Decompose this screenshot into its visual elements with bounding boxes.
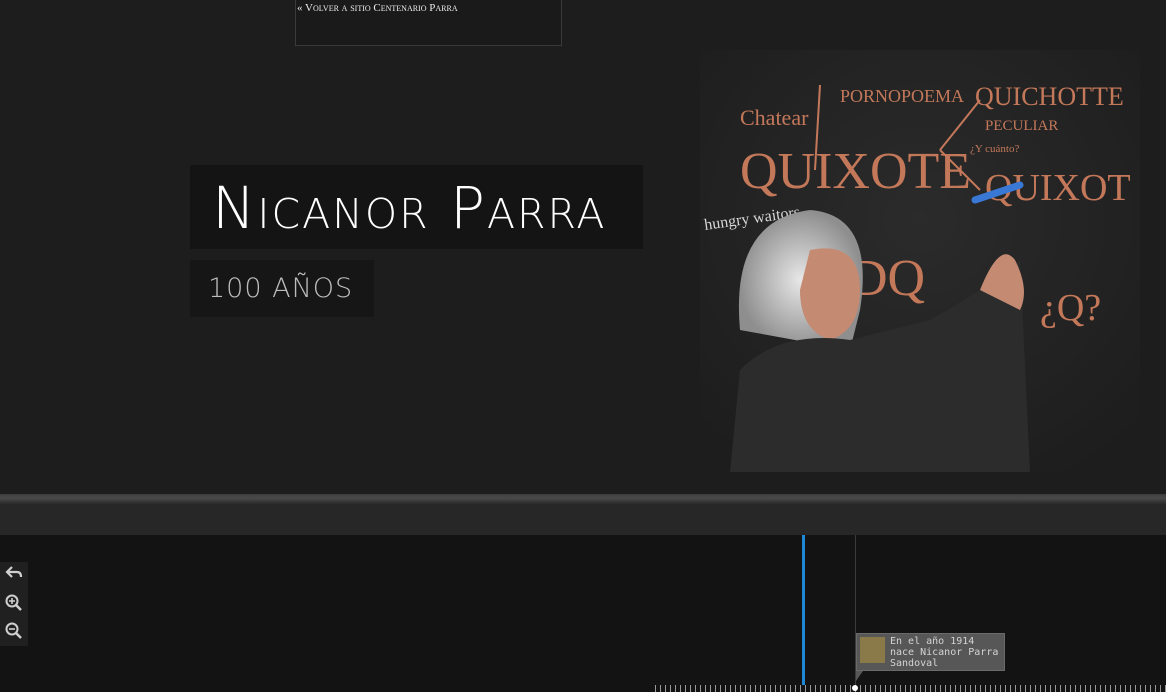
event-pointer	[856, 671, 863, 681]
event-dot[interactable]	[852, 685, 858, 691]
portrait-chalkboard-image: Chatear PORNOPOEMA QUICHOTTE PECULIAR ¿Y…	[700, 50, 1140, 472]
event-text: En el año 1914 nace Nicanor Parra Sandov…	[890, 636, 999, 669]
timeline-header	[0, 504, 1166, 535]
title-box: Nicanor Parra	[190, 165, 643, 249]
timeline-current-marker	[802, 535, 805, 685]
svg-text:Chatear: Chatear	[740, 105, 809, 130]
svg-text:PORNOPOEMA: PORNOPOEMA	[840, 86, 964, 106]
svg-text:QUICHOTTE: QUICHOTTE	[975, 82, 1124, 111]
svg-text:¿Y cuánto?: ¿Y cuánto?	[970, 143, 1019, 155]
section-divider	[0, 494, 1166, 504]
svg-text:PECULIAR: PECULIAR	[985, 118, 1058, 134]
photo-thumbnail-icon	[860, 637, 885, 663]
svg-text:¿Q?: ¿Q?	[1040, 287, 1101, 329]
svg-text:QUIXOTE: QUIXOTE	[740, 143, 971, 200]
timeline-ruler	[655, 685, 1166, 692]
hero-section: « Volver a sitio Centenario Parra Nicano…	[0, 0, 1166, 494]
zoom-out-icon[interactable]	[4, 621, 24, 641]
page-title: Nicanor Parra	[212, 174, 607, 242]
page-subtitle: 100 AÑOS	[208, 273, 354, 304]
back-to-site-link[interactable]: « Volver a sitio Centenario Parra	[297, 2, 458, 14]
timeline-toolbar	[0, 562, 28, 646]
zoom-in-icon[interactable]	[4, 593, 24, 613]
subtitle-box: 100 AÑOS	[190, 260, 374, 317]
timeline-event-1914[interactable]: En el año 1914 nace Nicanor Parra Sandov…	[856, 633, 1005, 671]
back-icon[interactable]	[4, 563, 24, 583]
back-link-box: « Volver a sitio Centenario Parra	[295, 0, 562, 46]
